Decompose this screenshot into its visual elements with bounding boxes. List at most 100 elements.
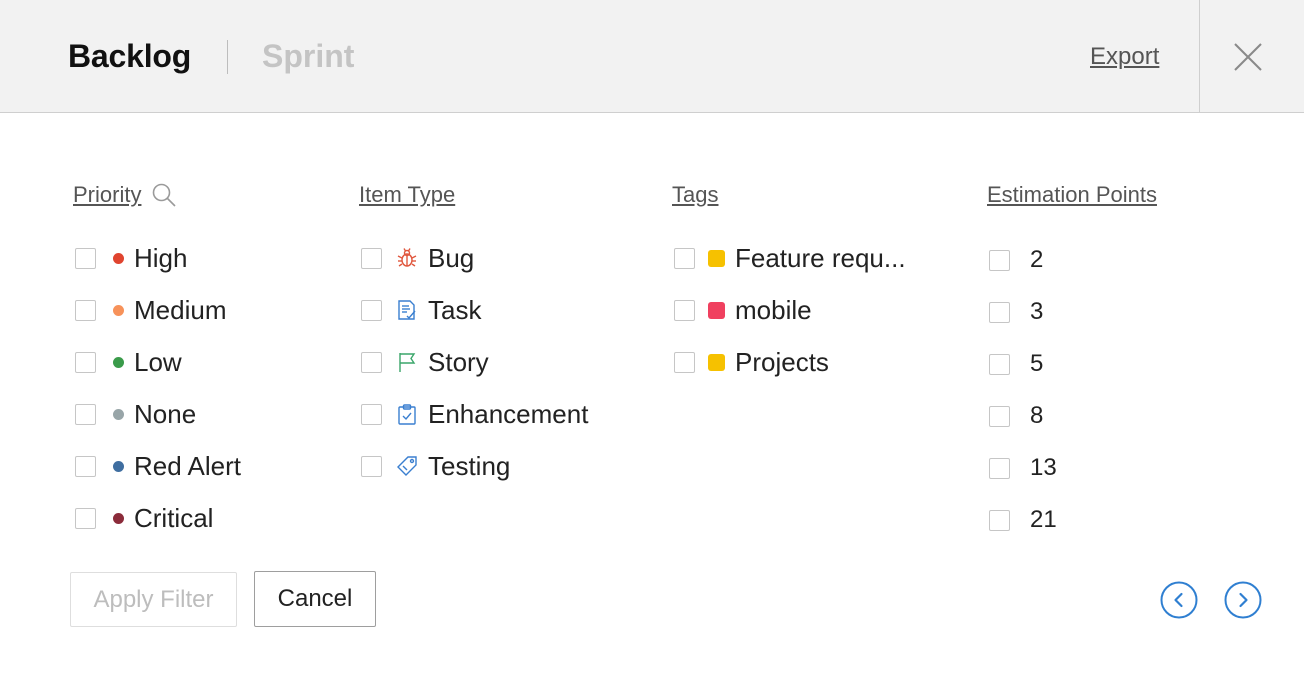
priority-label: High (134, 242, 188, 273)
item-type-list: Bug Task Story Enhancement Testing (359, 232, 588, 492)
checkbox[interactable] (989, 249, 1010, 271)
tag-color-swatch (708, 353, 725, 371)
apply-filter-button[interactable]: Apply Filter (70, 572, 237, 627)
item-type-option-testing[interactable]: Testing (359, 440, 588, 492)
item-type-label: Task (428, 294, 482, 325)
estimation-label: 21 (1030, 506, 1057, 533)
item-type-label: Story (428, 346, 489, 377)
checkbox[interactable] (674, 351, 695, 373)
tag-color-swatch (708, 249, 725, 267)
next-page-button[interactable] (1224, 581, 1262, 619)
estimation-label: 5 (1030, 350, 1044, 377)
tags-title[interactable]: Tags (672, 180, 906, 210)
tag-color-swatch (708, 301, 725, 319)
checkbox[interactable] (75, 507, 96, 529)
flag-icon (396, 351, 418, 373)
item-type-option-enhancement[interactable]: Enhancement (359, 388, 588, 440)
estimation-points-list: 2 3 5 8 13 21 (987, 234, 1157, 546)
estimation-option[interactable]: 2 (987, 234, 1157, 286)
priority-option-medium[interactable]: Medium (73, 284, 241, 336)
tags-filter-column: Tags Feature requ... mobile Projects (672, 180, 906, 388)
estimation-option[interactable]: 13 (987, 442, 1157, 494)
checkbox[interactable] (75, 351, 96, 373)
checkbox[interactable] (75, 299, 96, 321)
estimation-label: 8 (1030, 402, 1044, 429)
estimation-label: 2 (1030, 246, 1044, 273)
checkbox[interactable] (361, 247, 382, 269)
priority-option-critical[interactable]: Critical (73, 492, 241, 544)
checkbox[interactable] (674, 247, 695, 269)
estimation-option[interactable]: 8 (987, 390, 1157, 442)
header-separator (1199, 0, 1200, 113)
checkbox[interactable] (75, 247, 96, 269)
estimation-points-title[interactable]: Estimation Points (987, 180, 1157, 210)
close-button[interactable] (1222, 30, 1274, 84)
priority-label: Low (134, 346, 182, 377)
priority-label: None (134, 398, 197, 429)
priority-dot (113, 512, 124, 524)
estimation-label: 13 (1030, 454, 1057, 481)
tag-option-mobile[interactable]: mobile (672, 284, 906, 336)
tab-backlog[interactable]: Backlog (68, 38, 191, 75)
item-type-option-task[interactable]: Task (359, 284, 588, 336)
tag-label: Projects (735, 346, 829, 377)
close-icon (1234, 43, 1262, 71)
checkbox[interactable] (361, 299, 382, 321)
estimation-option[interactable]: 3 (987, 286, 1157, 338)
clipboard-check-icon (396, 403, 418, 425)
tag-label: mobile (735, 294, 812, 325)
priority-list: High Medium Low None Red Alert Critical (73, 232, 241, 544)
tag-option-feature-request[interactable]: Feature requ... (672, 232, 906, 284)
checkbox[interactable] (75, 455, 96, 477)
previous-page-button[interactable] (1160, 581, 1198, 619)
checkbox[interactable] (989, 509, 1010, 531)
priority-title: Priority (73, 180, 241, 210)
item-type-label: Testing (428, 450, 511, 481)
checkbox[interactable] (75, 403, 96, 425)
item-type-title[interactable]: Item Type (359, 180, 588, 210)
priority-option-low[interactable]: Low (73, 336, 241, 388)
checkbox[interactable] (989, 457, 1010, 479)
task-icon (396, 299, 418, 321)
item-type-filter-column: Item Type Bug Task Story Enhancement Tes… (359, 180, 588, 492)
filter-header: Backlog Sprint Export (0, 0, 1304, 113)
checkbox[interactable] (361, 403, 382, 425)
item-type-option-story[interactable]: Story (359, 336, 588, 388)
estimation-option[interactable]: 21 (987, 494, 1157, 546)
item-type-label: Bug (428, 242, 475, 273)
chevron-left-icon (1160, 581, 1198, 619)
priority-dot (113, 408, 124, 420)
checkbox[interactable] (989, 353, 1010, 375)
chevron-right-icon (1224, 581, 1262, 619)
checkbox[interactable] (989, 301, 1010, 323)
priority-title-label[interactable]: Priority (73, 182, 141, 208)
priority-dot (113, 252, 124, 264)
tags-list: Feature requ... mobile Projects (672, 232, 906, 388)
checkbox[interactable] (361, 455, 382, 477)
priority-dot (113, 356, 124, 368)
search-icon[interactable] (151, 182, 177, 208)
checkbox[interactable] (989, 405, 1010, 427)
tag-option-projects[interactable]: Projects (672, 336, 906, 388)
estimation-label: 3 (1030, 298, 1044, 325)
priority-label: Critical (134, 502, 214, 533)
estimation-points-filter-column: Estimation Points 2 3 5 8 13 21 (987, 180, 1157, 546)
priority-option-none[interactable]: None (73, 388, 241, 440)
cancel-button[interactable]: Cancel (254, 571, 376, 627)
bug-icon (396, 247, 418, 269)
priority-option-red-alert[interactable]: Red Alert (73, 440, 241, 492)
checkbox[interactable] (361, 351, 382, 373)
priority-label: Medium (134, 294, 227, 325)
priority-filter-column: Priority High Medium Low None Red Alert … (73, 180, 241, 544)
ticket-icon (396, 455, 418, 477)
tab-divider (227, 40, 228, 74)
export-link[interactable]: Export (1090, 43, 1159, 71)
checkbox[interactable] (674, 299, 695, 321)
priority-label: Red Alert (134, 450, 241, 481)
item-type-label: Enhancement (428, 398, 589, 429)
estimation-option[interactable]: 5 (987, 338, 1157, 390)
item-type-option-bug[interactable]: Bug (359, 232, 588, 284)
priority-option-high[interactable]: High (73, 232, 241, 284)
priority-dot (113, 304, 124, 316)
tab-sprint[interactable]: Sprint (262, 38, 354, 75)
